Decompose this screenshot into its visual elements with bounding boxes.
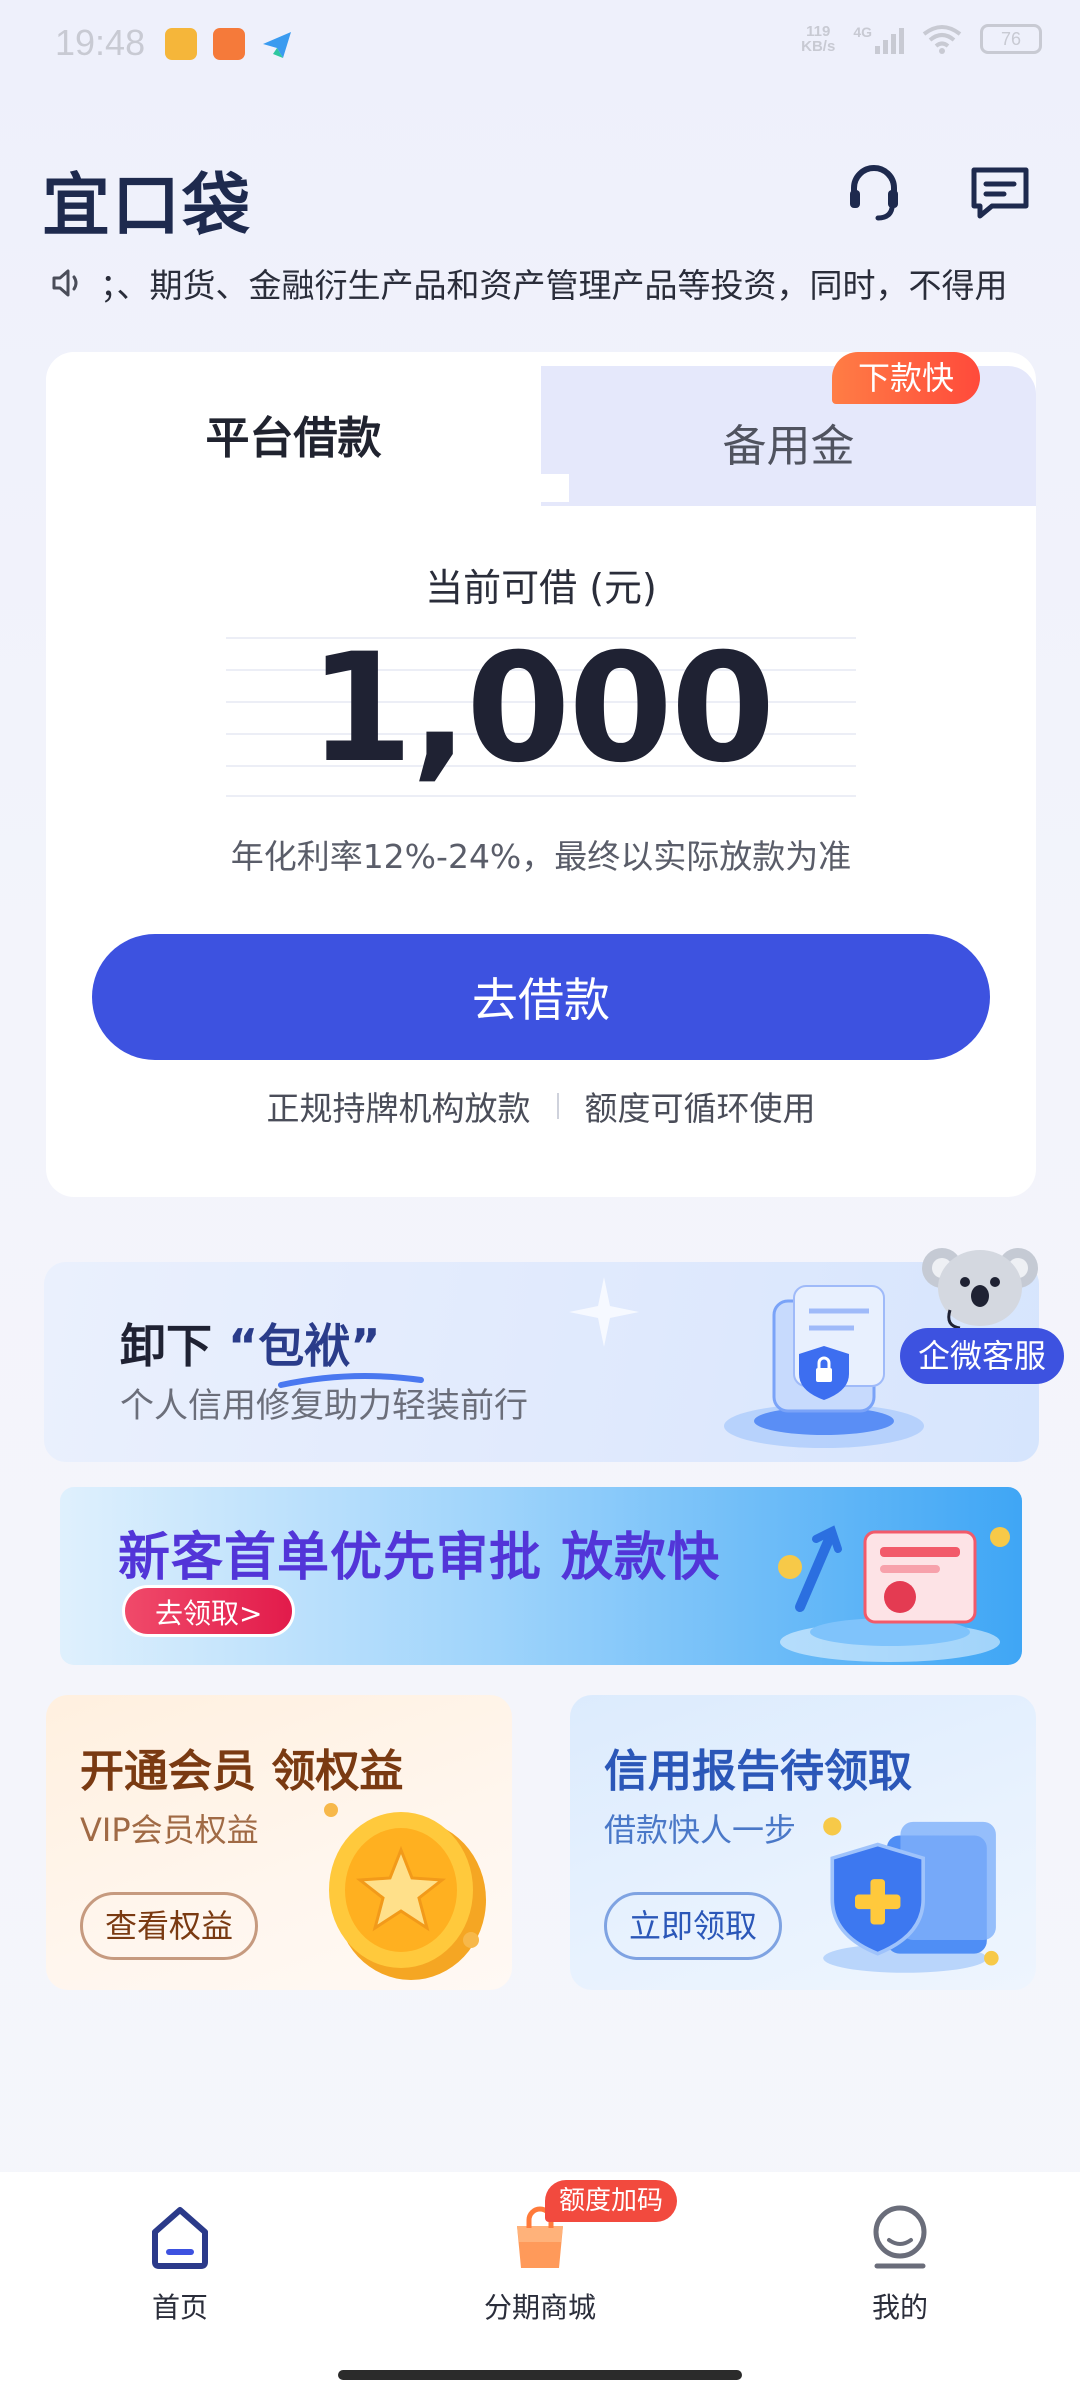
headset-icon[interactable] [842, 160, 906, 224]
divider [556, 1093, 559, 1119]
app-notification-icon-1 [165, 28, 197, 60]
credit-report-card[interactable]: 信用报告待领取 借款快人一步 立即领取 [570, 1695, 1036, 1990]
status-indicators: 119 KB/s 4G 76 [801, 24, 1042, 54]
feature-list: 正规持牌机构放款 额度可循环使用 [46, 1082, 1036, 1130]
wechat-service-label[interactable]: 企微客服 [900, 1328, 1065, 1384]
claim-report-button[interactable]: 立即领取 [604, 1892, 783, 1960]
speaker-icon [52, 269, 78, 297]
app-notification-icon-2 [213, 28, 245, 60]
home-icon [152, 2207, 208, 2269]
repair-title: 卸下 “包袱” [120, 1319, 381, 1373]
app-notification-icon-3 [261, 28, 293, 60]
new-user-title: 新客首单优先审批 放款快 [118, 1528, 721, 1588]
tab-platform-loan-label[interactable]: 平台借款 [46, 402, 541, 466]
status-time: 19:48 [55, 22, 146, 63]
nav-profile[interactable]: 我的 [800, 2202, 1000, 2326]
nav-home-label: 首页 [151, 2291, 208, 2324]
nav-mall-label: 分期商城 [483, 2291, 596, 2324]
fast-disbursal-badge: 下款快 [832, 352, 981, 404]
credit-subtitle: 借款快人一步 [604, 1811, 797, 1849]
wechat-service-float[interactable]: 企微客服 [900, 1230, 1080, 1390]
message-icon[interactable] [968, 160, 1032, 224]
repair-subtitle: 个人信用修复助力轻装前行 [120, 1386, 528, 1426]
status-bar: 19:48 119 KB/s 4G 76 [0, 0, 1080, 90]
signal-icon: 4G [853, 24, 904, 54]
sparkle-icon [569, 1277, 639, 1347]
notice-text: ；、期货、金融衍生产品和资产管理产品等投资，同时，不得用 [100, 266, 1008, 305]
bottom-navigation: 首页 分期商城 我的 [0, 2172, 1080, 2400]
home-indicator[interactable] [338, 2370, 742, 2380]
notice-bar[interactable]: ；、期货、金融衍生产品和资产管理产品等投资，同时，不得用 [50, 258, 1035, 308]
profile-icon [873, 2205, 927, 2269]
nav-home[interactable]: 首页 [80, 2202, 280, 2326]
nav-profile-label: 我的 [871, 2291, 928, 2324]
star-coin-icon [324, 1803, 486, 1980]
battery-icon: 76 [980, 24, 1042, 54]
wifi-icon [922, 25, 962, 54]
credit-boost-badge: 额度加码 [545, 2180, 678, 2222]
vip-card[interactable]: 开通会员 领权益 VIP会员权益 查看权益 [46, 1695, 512, 1990]
new-user-banner[interactable]: 新客首单优先审批 放款快 去领取> [60, 1487, 1022, 1665]
amount-label: 当前可借 (元) [425, 566, 657, 610]
network-speed: 119 KB/s [801, 23, 836, 55]
loan-card: 平台借款 备用金 下款快 当前可借 (元) 1,000 年化利率12%-24%，… [46, 352, 1036, 1197]
borrow-button[interactable]: 去借款 [92, 934, 990, 1060]
view-benefits-button[interactable]: 查看权益 [80, 1892, 259, 1960]
vip-subtitle: VIP会员权益 [80, 1811, 259, 1849]
credit-repair-banner[interactable]: 卸下 “包袱” 个人信用修复助力轻装前行 [44, 1262, 1039, 1462]
approval-document-icon [778, 1525, 1010, 1662]
koala-mascot-icon [922, 1248, 1038, 1330]
feature-licensed: 正规持牌机构放款 [266, 1089, 531, 1128]
shield-report-icon [823, 1817, 999, 1973]
feature-revolving: 额度可循环使用 [584, 1089, 816, 1128]
claim-button[interactable]: 去领取> [122, 1585, 296, 1637]
rate-note: 年化利率12%-24%，最终以实际放款为准 [230, 837, 852, 876]
tab-standby-fund-label[interactable]: 备用金 [541, 410, 1036, 474]
app-logo: 宜口袋 [42, 167, 253, 246]
available-amount: 1,000 [308, 622, 775, 796]
